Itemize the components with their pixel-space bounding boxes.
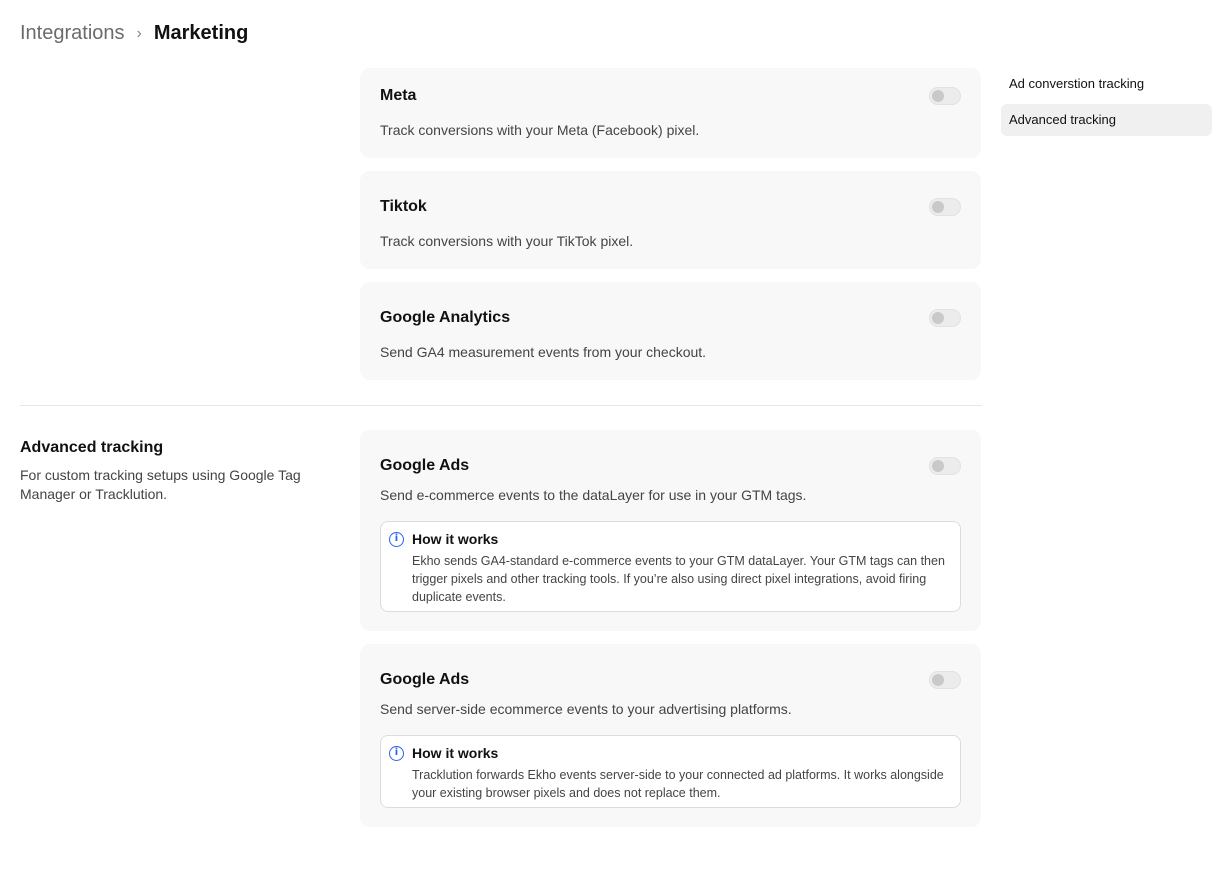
card-title: Tiktok: [380, 198, 427, 215]
integration-card-tiktok: Tiktok Track conversions with your TikTo…: [360, 171, 981, 269]
google-ads-server-toggle[interactable]: [929, 671, 961, 689]
card-description: Track conversions with your TikTok pixel…: [380, 233, 634, 249]
toggle-knob: [932, 90, 944, 102]
how-it-works-box: i How it works Tracklution forwards Ekho…: [380, 735, 961, 808]
integration-card-google-ads-server: Google Ads Send server-side ecommerce ev…: [360, 644, 981, 827]
info-circle-icon: i: [389, 746, 404, 761]
integration-card-meta: Meta Track conversions with your Meta (F…: [360, 68, 981, 158]
card-title: Google Ads: [380, 457, 470, 474]
integration-card-google-ads-gtm: Google Ads Send e-commerce events to the…: [360, 430, 981, 631]
breadcrumb: Integrations › Marketing: [20, 22, 248, 45]
google-ads-gtm-toggle[interactable]: [929, 457, 961, 475]
section-description: For custom tracking setups using Google …: [20, 467, 301, 502]
card-description: Send server-side ecommerce events to you…: [380, 701, 792, 717]
page-section-nav: Ad converstion tracking Advanced trackin…: [1001, 68, 1212, 140]
breadcrumb-chevron-icon: ›: [136, 24, 142, 42]
toggle-knob: [932, 460, 944, 472]
card-title: Meta: [380, 87, 417, 104]
google-analytics-toggle[interactable]: [929, 309, 961, 327]
info-title: How it works: [412, 531, 499, 547]
page-title: Marketing: [153, 22, 249, 44]
breadcrumb-integrations-link[interactable]: Integrations: [20, 22, 125, 45]
side-nav-item-advanced-tracking[interactable]: Advanced tracking: [1001, 104, 1212, 136]
card-description: Send e-commerce events to the dataLayer …: [380, 487, 807, 503]
section-divider: [20, 405, 982, 406]
meta-toggle[interactable]: [929, 87, 961, 105]
card-description: Send GA4 measurement events from your ch…: [380, 344, 707, 360]
card-title: Google Ads: [380, 671, 470, 688]
info-circle-icon: i: [389, 532, 404, 547]
toggle-knob: [932, 312, 944, 324]
integration-card-google-analytics: Google Analytics Send GA4 measurement ev…: [360, 282, 981, 380]
info-body: Ekho sends GA4-standard e-commerce event…: [412, 554, 945, 604]
toggle-knob: [932, 674, 944, 686]
how-it-works-box: i How it works Ekho sends GA4-standard e…: [380, 521, 961, 612]
section-title-advanced-tracking: Advanced tracking: [20, 439, 164, 456]
card-title: Google Analytics: [380, 309, 511, 326]
side-nav-item-ad-conversion-tracking[interactable]: Ad converstion tracking: [1001, 68, 1212, 100]
tiktok-toggle[interactable]: [929, 198, 961, 216]
card-description: Track conversions with your Meta (Facebo…: [380, 122, 700, 138]
info-body: Tracklution forwards Ekho events server-…: [412, 768, 944, 800]
info-title: How it works: [412, 745, 499, 761]
toggle-knob: [932, 201, 944, 213]
